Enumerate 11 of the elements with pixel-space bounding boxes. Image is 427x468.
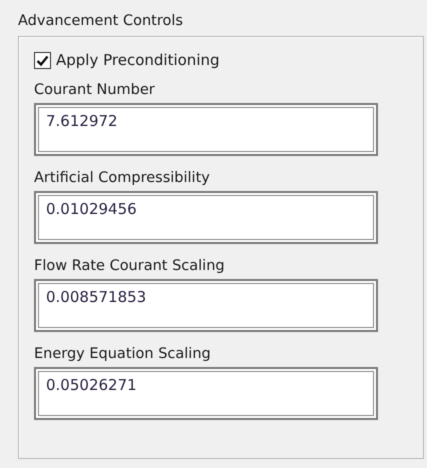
checkbox-icon[interactable] bbox=[34, 52, 51, 68]
input-field[interactable]: 0.008571853 bbox=[34, 279, 378, 332]
group-title: Advancement Controls bbox=[18, 12, 184, 31]
field-label: Energy Equation Scaling bbox=[34, 345, 212, 364]
preconditioning-checkbox[interactable]: Apply Preconditioning bbox=[34, 49, 423, 71]
input-field[interactable]: 0.05026271 bbox=[34, 367, 378, 420]
field-label: Artificial Compressibility bbox=[34, 169, 211, 188]
input-field[interactable]: 0.01029456 bbox=[34, 191, 378, 244]
field-label: Flow Rate Courant Scaling bbox=[34, 257, 226, 276]
field-label: Courant Number bbox=[34, 81, 156, 100]
input-field[interactable]: 7.612972 bbox=[34, 103, 378, 156]
